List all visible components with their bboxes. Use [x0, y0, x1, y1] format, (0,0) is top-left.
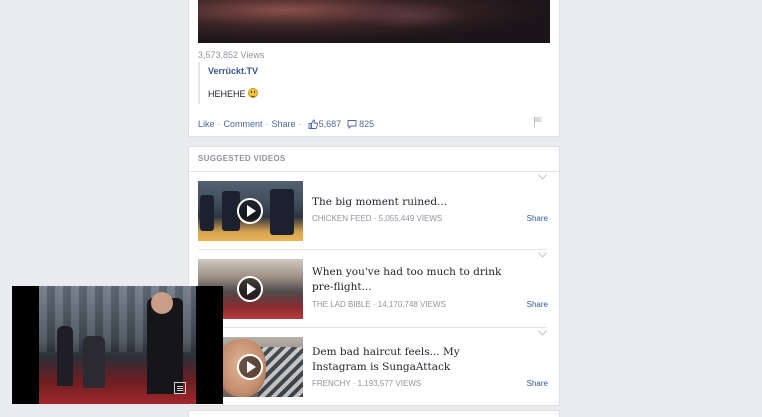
- share-link[interactable]: Share: [527, 300, 548, 309]
- play-icon[interactable]: [237, 198, 263, 224]
- comment-count[interactable]: 825: [359, 119, 374, 129]
- separator: ·: [217, 119, 221, 129]
- play-icon[interactable]: [237, 276, 263, 302]
- thumbs-up-icon[interactable]: [308, 119, 318, 129]
- video-title[interactable]: The big moment ruined...: [312, 195, 512, 210]
- post-video[interactable]: [198, 0, 550, 43]
- chevron-down-icon[interactable]: [538, 174, 547, 180]
- shared-text-container: HEHEHE: [208, 88, 258, 99]
- like-link[interactable]: Like: [198, 119, 215, 129]
- video-thumbnail[interactable]: [198, 181, 303, 241]
- comment-link[interactable]: Comment: [224, 119, 263, 129]
- menu-icon[interactable]: [174, 382, 186, 394]
- shared-author-link[interactable]: Verrückt.TV: [208, 66, 258, 76]
- share-link[interactable]: Share: [272, 119, 296, 129]
- next-card: [188, 410, 560, 417]
- suggested-videos-card: SUGGESTED VIDEOS The big moment ruined..…: [188, 146, 560, 406]
- view-count: 3,573,852 Views: [198, 50, 265, 60]
- play-icon[interactable]: [237, 354, 263, 380]
- chevron-down-icon[interactable]: [538, 252, 547, 258]
- video-meta: THE LAD BIBLE · 14,170,748 VIEWS: [312, 300, 446, 309]
- smiley-emoji-icon: [247, 88, 258, 98]
- suggested-video-item[interactable]: Dem bad haircut feels... My Instagram is…: [189, 328, 559, 406]
- mini-video-frame: [39, 286, 196, 404]
- post-actions: Like · Comment · Share · 5,687 825: [198, 119, 374, 129]
- video-meta: FRENCHY · 1,193,577 VIEWS: [312, 379, 422, 388]
- flag-icon[interactable]: [533, 116, 543, 128]
- post-card: 3,573,852 Views Verrückt.TV HEHEHE Like …: [188, 0, 560, 137]
- separator: ·: [265, 119, 269, 129]
- chevron-down-icon[interactable]: [538, 330, 547, 336]
- section-header: SUGGESTED VIDEOS: [198, 154, 286, 163]
- comment-bubble-icon[interactable]: [347, 119, 357, 129]
- separator: ·: [298, 119, 302, 129]
- video-title[interactable]: Dem bad haircut feels... My Instagram is…: [312, 345, 512, 375]
- video-title[interactable]: When you've had too much to drink pre-fl…: [312, 265, 512, 295]
- video-meta: CHICKEN FEED · 5,055,449 VIEWS: [312, 214, 443, 223]
- shared-post-quote: Verrückt.TV HEHEHE: [198, 62, 318, 104]
- suggested-video-item[interactable]: The big moment ruined... CHICKEN FEED · …: [189, 172, 559, 250]
- mini-video-player[interactable]: [12, 286, 223, 404]
- suggested-video-item[interactable]: When you've had too much to drink pre-fl…: [189, 250, 559, 328]
- share-link[interactable]: Share: [527, 214, 548, 223]
- share-link[interactable]: Share: [527, 379, 548, 388]
- like-count[interactable]: 5,687: [319, 119, 342, 129]
- shared-text: HEHEHE: [208, 89, 246, 99]
